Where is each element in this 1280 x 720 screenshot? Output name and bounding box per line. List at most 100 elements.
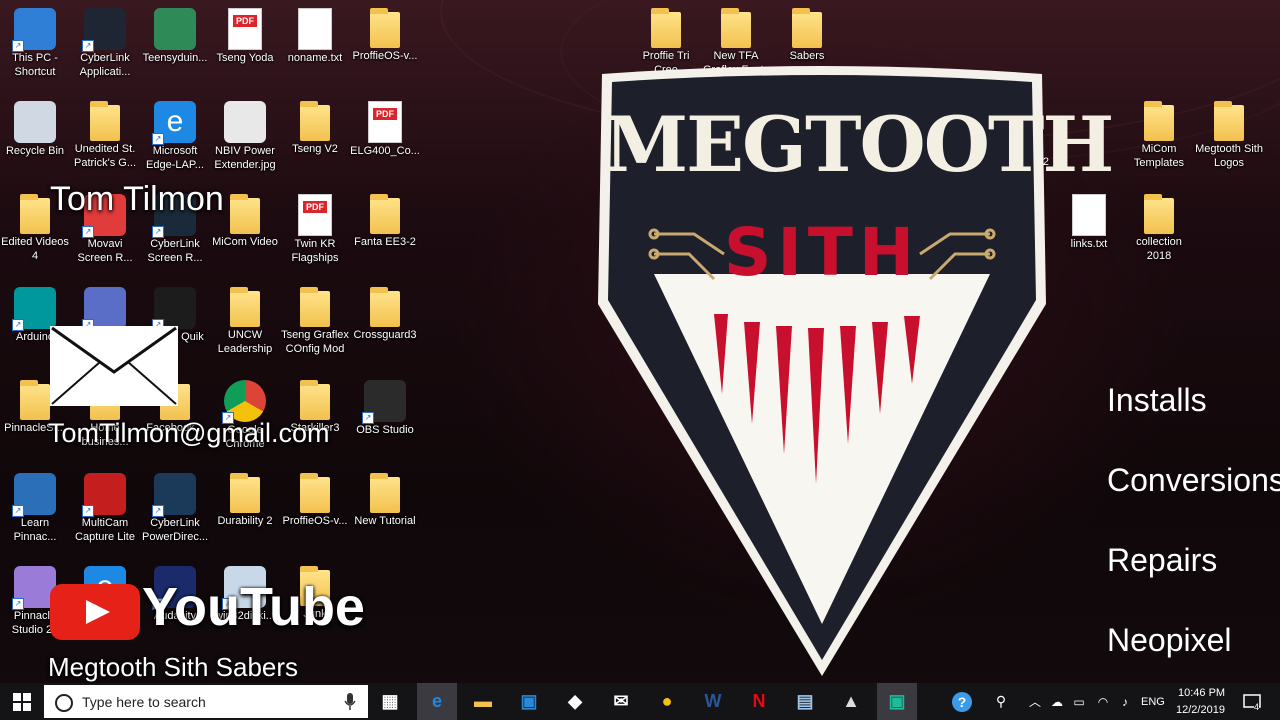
netflix-icon[interactable]: N: [739, 683, 779, 720]
desktop-icon-label: Megtooth Sith Logos: [1195, 143, 1263, 169]
desktop-icon-label: Tseng Graflex COnfig Mod: [281, 329, 349, 355]
desktop-icon-label: Teensyduin...: [142, 52, 208, 64]
desktop-icon-label: Microsoft Edge-LAP...: [146, 145, 204, 171]
installer-icon[interactable]: ▲: [831, 683, 871, 720]
desktop-icon[interactable]: ProffieOS-v...: [280, 467, 350, 529]
obs-icon: ↗: [362, 380, 406, 424]
shortcut-arrow-icon: ↗: [82, 226, 94, 238]
doc-icon: [298, 8, 332, 50]
clock-time[interactable]: 10:46 PM: [1178, 687, 1225, 699]
desktop-icon-label: Fanta EE3-2: [354, 236, 416, 248]
people-icon[interactable]: ⚲: [990, 683, 1012, 720]
desktop-icon[interactable]: New Tutorial: [350, 467, 420, 529]
pdf-icon: [228, 8, 262, 50]
desktop-icon[interactable]: noname.txt: [280, 2, 350, 66]
onedrive-icon[interactable]: ☁: [1048, 683, 1066, 720]
desktop-icon[interactable]: collection 2018: [1124, 188, 1194, 263]
desktop-icon[interactable]: Tseng Yoda: [210, 2, 280, 66]
folder-icon: [721, 8, 751, 48]
clock-date[interactable]: 12/2/2019: [1176, 704, 1225, 716]
task-view-icon[interactable]: ▦: [370, 683, 410, 720]
gopro-icon: ↗: [152, 287, 196, 331]
desktop-icon-label: Edited Videos 4: [1, 236, 69, 262]
folder-icon: [90, 101, 120, 141]
windows-icon: [13, 692, 31, 711]
training-icon: ↗: [12, 473, 56, 517]
desktop-icon[interactable]: ↗ CyberLink PowerDirec...: [140, 467, 210, 544]
desktop-icon-label: links.txt: [1070, 238, 1108, 250]
desktop-icon-label: Learn Pinnac...: [13, 517, 57, 543]
help-icon[interactable]: ?: [950, 683, 974, 720]
desktop-icon[interactable]: Twin KR Flagships: [280, 188, 350, 265]
multicam-icon: ↗: [82, 473, 126, 517]
desktop-icon[interactable]: Teensyduin...: [140, 2, 210, 66]
cyberlink-taskbar-icon[interactable]: ▣: [877, 683, 917, 720]
pdf-icon: [298, 194, 332, 236]
desktop-icon[interactable]: ↗ CyberLink Applicati...: [70, 2, 140, 79]
shortcut-arrow-icon: ↗: [152, 226, 164, 238]
desktop-icon[interactable]: ↗ MultiCam Capture Lite: [70, 467, 140, 544]
zadig-icon: ↗: [82, 287, 126, 331]
desktop-icon[interactable]: ↗ OBS Studio: [350, 374, 420, 438]
desktop-icon-label: CyberLink PowerDirec...: [141, 517, 209, 543]
menu-repairs: Repairs: [1107, 542, 1218, 578]
folder-icon: [1144, 101, 1174, 141]
desktop-icon[interactable]: Fanta EE3-2: [350, 188, 420, 250]
desktop-icon-label: New Tutorial: [354, 515, 416, 527]
wifi-icon[interactable]: ◠: [1094, 683, 1112, 720]
desktop-icon-label: UNCW Leadership: [217, 329, 273, 355]
desktop-icon-label: NBIV Power Extender.jpg: [214, 145, 276, 171]
pdf-icon: [368, 101, 402, 143]
action-center-icon[interactable]: [1238, 683, 1266, 720]
desktop-icon[interactable]: Crossguard3: [350, 281, 420, 343]
start-button[interactable]: [0, 683, 44, 720]
desktop-icon[interactable]: ↗ This PC - Shortcut: [0, 2, 70, 79]
chevron-up-icon[interactable]: ︿: [1026, 683, 1044, 720]
desktop-icon[interactable]: ↗ Learn Pinnac...: [0, 467, 70, 544]
desktop-icon[interactable]: Tseng V2: [280, 95, 350, 157]
desktop-icon[interactable]: Tseng Graflex COnfig Mod: [280, 281, 350, 356]
desktop-icon[interactable]: Sabers: [772, 2, 842, 64]
desktop-icon[interactable]: UNCW Leadership: [210, 281, 280, 356]
desktop-icon[interactable]: MiCom Templates: [1124, 95, 1194, 170]
folder-icon: [300, 101, 330, 141]
volume-icon[interactable]: ♪: [1116, 683, 1134, 720]
store-icon[interactable]: ▣: [509, 683, 549, 720]
language-indicator[interactable]: ENG: [1141, 696, 1165, 708]
folder-icon: [1144, 194, 1174, 234]
shortcut-arrow-icon: ↗: [82, 40, 94, 52]
desktop-icon-label: Movavi Screen R...: [77, 238, 133, 264]
desktop-icon[interactable]: NBIV Power Extender.jpg: [210, 95, 280, 172]
mail-icon[interactable]: ✉: [601, 683, 641, 720]
desktop-icon[interactable]: ELG400_Co...: [350, 95, 420, 159]
desktop-icon[interactable]: Unedited St. Patrick's G...: [70, 95, 140, 170]
shortcut-arrow-icon: ↗: [362, 412, 374, 424]
folder-icon: [370, 8, 400, 48]
folder-icon: [300, 380, 330, 420]
edge-taskbar-icon[interactable]: e: [417, 683, 457, 720]
menu-installs: Installs: [1107, 382, 1207, 418]
desktop-icon-label: Durability 2: [217, 515, 273, 527]
chrome-taskbar-icon[interactable]: ●: [647, 683, 687, 720]
desktop-icon[interactable]: Durability 2: [210, 467, 280, 529]
desktop-icon[interactable]: ProffieOS-v...: [350, 2, 420, 64]
cloud-icon: ↗: [82, 8, 126, 52]
pc-icon: ↗: [12, 8, 56, 52]
desktop-icon[interactable]: Recycle Bin: [0, 95, 70, 159]
word-icon[interactable]: W: [693, 683, 733, 720]
dropbox-icon[interactable]: ◆: [555, 683, 595, 720]
desktop-icon-label: Twin KR Flagships: [291, 238, 339, 264]
overlay-name: Tom Tilmon: [50, 180, 224, 218]
microphone-icon[interactable]: [344, 693, 356, 711]
menu-conversions: Conversions: [1107, 462, 1280, 498]
shortcut-arrow-icon: ↗: [82, 505, 94, 517]
file-explorer-icon[interactable]: ▬: [463, 683, 503, 720]
desktop-icon[interactable]: Megtooth Sith Logos: [1194, 95, 1264, 170]
folder-icon: [1214, 101, 1244, 141]
battery-icon[interactable]: ▭: [1070, 683, 1088, 720]
folder-icon: [230, 194, 260, 234]
search-box[interactable]: Type here to search: [44, 685, 368, 718]
desktop-icon[interactable]: e ↗ Microsoft Edge-LAP...: [140, 95, 210, 172]
notepad-icon[interactable]: ▤: [785, 683, 825, 720]
desktop-icon[interactable]: links.txt: [1054, 188, 1124, 252]
